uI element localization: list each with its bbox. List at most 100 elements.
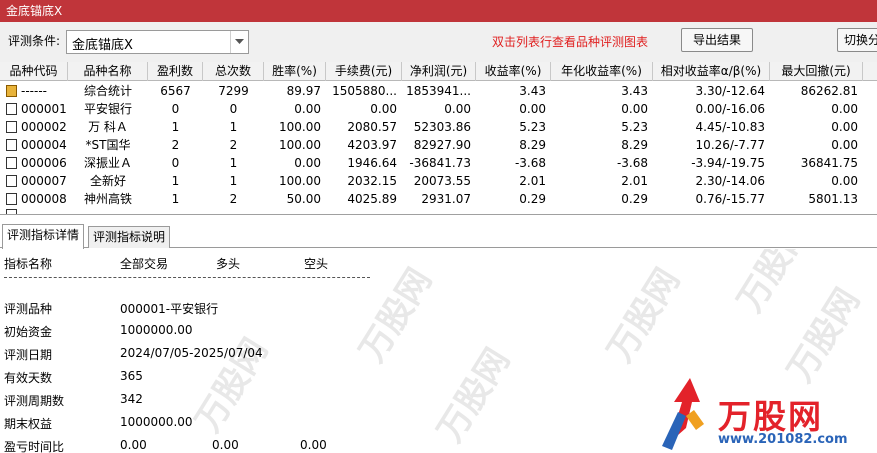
- cell-code: 000007: [0, 172, 68, 190]
- col-drawdown[interactable]: 最大回撤(元): [770, 62, 863, 81]
- detail-value: 2024/07/05-2025/07/04: [120, 346, 263, 360]
- cell-wins: 2: [171, 138, 180, 152]
- col-relative[interactable]: 相对收益率α/β(%): [653, 62, 770, 81]
- cell-total: 2: [229, 138, 238, 152]
- cell-relative: 4.45/-10.83: [695, 120, 765, 134]
- cell-code: 000002: [0, 118, 68, 136]
- detail-value: 1000000.00: [120, 323, 193, 337]
- cell-drawdown: 86262.81: [800, 84, 858, 98]
- cell-name: 综合统计: [83, 84, 132, 98]
- cell-wins: 1: [171, 120, 180, 134]
- cell-total: 0: [229, 102, 238, 116]
- cell-wins: 6567: [160, 84, 191, 98]
- col-total[interactable]: 总次数: [203, 62, 264, 81]
- col-annual[interactable]: 年化收益率(%): [551, 62, 653, 81]
- stock-code: 000008: [21, 192, 67, 206]
- cell-return: 0.29: [519, 192, 546, 206]
- cell-profit: 1853941...: [406, 84, 471, 98]
- brand-name: 万股网: [718, 397, 823, 436]
- cell-total: 1: [229, 174, 238, 188]
- col-winrate[interactable]: 胜率(%): [264, 62, 326, 81]
- condition-select[interactable]: 金底锚底X: [66, 30, 249, 54]
- switch-button[interactable]: 切换分: [837, 28, 877, 52]
- cell-return: -3.68: [514, 156, 546, 170]
- table-row[interactable]: 000001 平安银行 0 0 0.00 0.00 0.00 0.00 0.00 0.00/-16…: [0, 100, 877, 118]
- cell-total: 2: [229, 192, 238, 206]
- tab-explain[interactable]: 评测指标说明: [88, 226, 171, 248]
- table-row[interactable]: 000002 万 科Ａ 1 1 100.00 2080.57 52303.86 5.23 5.2…: [0, 118, 877, 136]
- cell-name: 神州高铁: [83, 192, 132, 206]
- table-row[interactable]: ------ 综合统计 6567 7299 89.97 1505880... 1853941…: [0, 82, 877, 100]
- detail-header-short: 空头: [304, 257, 329, 271]
- table-row[interactable]: 000007 全新好 1 1 100.00 2032.15 20073.55 2.01 2.01…: [0, 172, 877, 190]
- cell-fee: 0.00: [370, 102, 397, 116]
- cell-profit: 20073.55: [413, 174, 471, 188]
- cell-winrate: 100.00: [279, 138, 321, 152]
- detail-value: 0.00: [212, 438, 239, 452]
- hint-text: 双击列表行查看品种评测图表: [492, 35, 649, 49]
- stock-icon: [6, 209, 17, 214]
- cell-winrate: 0.00: [294, 156, 321, 170]
- logo-arrow-icon: [662, 378, 704, 450]
- cell-wins: 1: [171, 174, 180, 188]
- detail-value: 0.00: [120, 438, 147, 452]
- detail-label: 评测周期数: [4, 394, 65, 408]
- col-profit[interactable]: 净利润(元): [402, 62, 476, 81]
- cell-profit: 82927.90: [413, 138, 471, 152]
- cell-winrate: 89.97: [286, 84, 321, 98]
- window-title: 金底锚底X: [0, 0, 877, 22]
- results-table[interactable]: 品种代码 品种名称 盈利数 总次数 胜率(%) 手续费(元) 净利润(元) 收益…: [0, 62, 877, 215]
- watermark-text: 万股网: [351, 261, 440, 370]
- detail-label: 盈亏时间比: [4, 440, 65, 453]
- cell-profit: -36841.73: [409, 156, 471, 170]
- cell-relative: 2.30/-14.06: [695, 174, 765, 188]
- condition-label: 评测条件:: [8, 34, 61, 48]
- col-name[interactable]: 品种名称: [68, 62, 148, 81]
- col-code[interactable]: 品种代码: [0, 62, 68, 81]
- export-button[interactable]: 导出结果: [681, 28, 753, 52]
- cell-fee: 2080.57: [347, 120, 397, 134]
- stock-code: 000006: [21, 156, 67, 170]
- cell-return: 0.00: [519, 102, 546, 116]
- table-row[interactable]: 000004 *ST国华 2 2 100.00 4203.97 82927.90 8.29 8.…: [0, 136, 877, 154]
- cell-annual: 2.01: [621, 174, 648, 188]
- condition-select-value: 金底锚底X: [72, 38, 133, 53]
- table-row-partial[interactable]: [0, 208, 877, 214]
- cell-fee: 1946.64: [347, 156, 397, 170]
- detail-label: 评测品种: [4, 302, 53, 316]
- tab-detail[interactable]: 评测指标详情: [2, 224, 85, 249]
- stock-icon: [6, 175, 17, 187]
- detail-label: 有效天数: [4, 371, 53, 385]
- detail-label: 期末权益: [4, 417, 53, 431]
- col-wins[interactable]: 盈利数: [148, 62, 203, 81]
- brand-logo: 万股网 www.201082.com: [660, 372, 875, 453]
- cell-fee: 2032.15: [347, 174, 397, 188]
- watermark-text: 万股网: [187, 331, 276, 440]
- col-return[interactable]: 收益率(%): [476, 62, 551, 81]
- detail-header-metric: 指标名称: [4, 257, 53, 271]
- detail-value: 342: [120, 392, 143, 406]
- detail-tabs: 评测指标详情 评测指标说明: [0, 224, 877, 249]
- cell-annual: 3.43: [621, 84, 648, 98]
- cell-total: 1: [229, 120, 238, 134]
- stock-icon: [6, 193, 17, 205]
- cell-name: *ST国华: [85, 138, 131, 152]
- cell-fee: 1505880...: [332, 84, 397, 98]
- cell-name: 深振业Ａ: [83, 156, 132, 170]
- stock-code: 000001: [21, 102, 67, 116]
- cell-annual: 8.29: [621, 138, 648, 152]
- cell-return: 2.01: [519, 174, 546, 188]
- cell-total: 1: [229, 156, 238, 170]
- cell-annual: 5.23: [621, 120, 648, 134]
- table-row[interactable]: 000008 神州高铁 1 2 50.00 4025.89 2931.07 0.29 0.29 0…: [0, 190, 877, 208]
- cell-return: 5.23: [519, 120, 546, 134]
- stock-code: 000007: [21, 174, 67, 188]
- table-row[interactable]: 000006 深振业Ａ 0 1 0.00 1946.64 -36841.73 -3.68 -3.…: [0, 154, 877, 172]
- cell-return: 3.43: [519, 84, 546, 98]
- col-fee[interactable]: 手续费(元): [326, 62, 402, 81]
- cell-code: ------: [0, 82, 68, 100]
- cell-relative: 3.30/-12.64: [695, 84, 765, 98]
- cell-winrate: 100.00: [279, 174, 321, 188]
- chevron-down-icon[interactable]: [230, 31, 248, 53]
- table-header: 品种代码 品种名称 盈利数 总次数 胜率(%) 手续费(元) 净利润(元) 收益…: [0, 62, 877, 81]
